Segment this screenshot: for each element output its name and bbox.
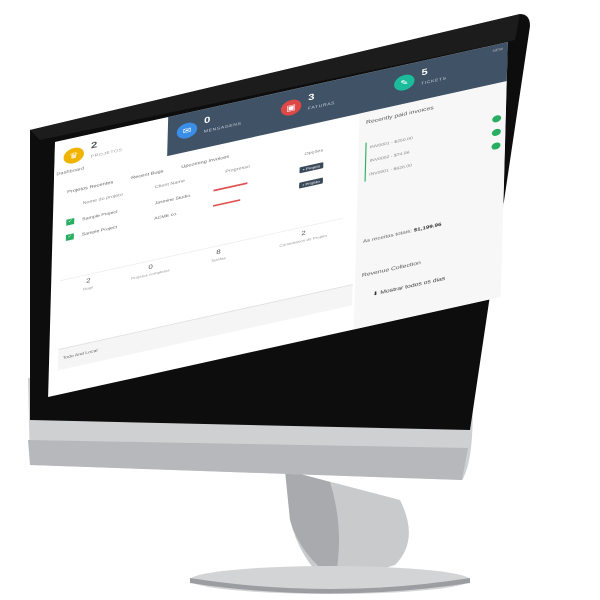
trophy-icon: ♛ (63, 145, 85, 166)
invoice-item[interactable]: INV0002 - $74.96 (369, 150, 409, 163)
client-name: Jasmine Studio (154, 193, 191, 206)
progress-bar (213, 199, 241, 207)
stat-value: 3 (308, 92, 315, 103)
col-progress: Progresso (225, 164, 251, 175)
tab-upcoming-invoices[interactable]: Upcoming Invoices (181, 154, 229, 170)
stat-messages[interactable]: ✉ 0 MENSAGENS (167, 93, 274, 157)
check-circle-icon (491, 128, 501, 137)
check-icon[interactable]: ✓ (66, 218, 75, 226)
check-circle-icon (492, 114, 502, 124)
folder-icon: ▪ (302, 182, 305, 188)
total-label: As receitas totais: (362, 228, 413, 245)
project-button-label: Projeto (305, 163, 321, 172)
col-client-name: Client Name (154, 179, 185, 191)
client-name: ACME co. (154, 211, 178, 221)
project-name: Sample Project (81, 224, 118, 237)
invoice-item[interactable]: INV0001 - $250.00 (370, 136, 413, 150)
stat-value: 5 (421, 67, 428, 78)
timeline-line (364, 142, 367, 182)
stat-value: 2 (90, 140, 98, 151)
check-icon[interactable]: ✓ (65, 233, 74, 241)
todo-label: Todo And Local (62, 348, 98, 360)
invoice-item[interactable]: INV0001 - $626.00 (369, 163, 412, 177)
revenue-title: Revenue Collection (361, 260, 421, 279)
stat-label: TICKETS (421, 75, 447, 86)
total-revenue: As receitas totais: $1,199.96 (363, 222, 442, 244)
dashboard-screen: ♛ 2 PROJETOS ✉ 0 MENSAGENS ▣ 3 FATURAS ✎… (48, 42, 508, 397)
progress-bar (213, 182, 248, 192)
project-button[interactable]: ▪ Projeto (299, 162, 324, 174)
folder-icon: ▪ (302, 167, 305, 172)
total-value: $1,199.96 (413, 222, 442, 234)
ticket-icon: ✎ (393, 72, 415, 93)
project-name: Sample Project (82, 209, 118, 222)
envelope-icon: ✉ (176, 120, 198, 141)
stat-value: 0 (203, 115, 211, 126)
tab-recent-bugs[interactable]: Recent Bugs (131, 169, 164, 181)
project-button-label: Projeto (305, 178, 320, 187)
screen-area: ♛ 2 PROJETOS ✉ 0 MENSAGENS ▣ 3 FATURAS ✎… (0, 0, 600, 600)
briefcase-icon: ▣ (280, 97, 302, 118)
col-options: Opções (304, 148, 324, 158)
check-circle-icon (491, 141, 501, 151)
project-button[interactable]: ▪ Projeto (299, 177, 324, 189)
tab-recent-projects[interactable]: Projetos Recentes (67, 180, 113, 195)
